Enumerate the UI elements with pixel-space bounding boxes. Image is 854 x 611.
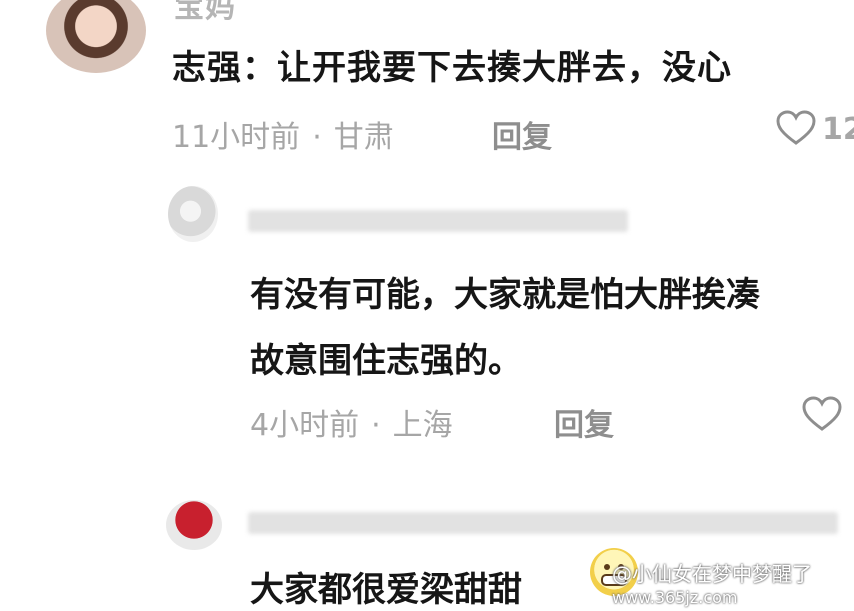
comment-text: 志强：让开我要下去揍大胖去，没心 bbox=[172, 48, 732, 88]
avatar[interactable] bbox=[166, 500, 222, 550]
comment-text-line: 有没有可能，大家就是怕大胖挨凑 bbox=[250, 275, 760, 315]
comment-author-name[interactable]: 宝妈 bbox=[174, 0, 236, 26]
watermark-site: www.365jz.com bbox=[612, 588, 738, 607]
watermark-author: @小仙女在梦中梦醒了 bbox=[612, 562, 812, 586]
comment-location: 上海 bbox=[392, 408, 453, 443]
comment-text-line: 故意围住志强的。 bbox=[250, 341, 522, 381]
avatar[interactable] bbox=[168, 186, 218, 242]
heart-icon[interactable] bbox=[776, 110, 816, 146]
redacted-username bbox=[248, 512, 838, 534]
comment-meta: 4小时前 · 上海 bbox=[250, 400, 453, 444]
comment-text: 有没有可能，大家就是怕大胖挨凑 故意围住志强的。 bbox=[250, 262, 760, 394]
comment-time: 11小时前 bbox=[172, 120, 301, 155]
comment-meta: 11小时前 · 甘肃 bbox=[172, 112, 394, 156]
meta-separator: · bbox=[371, 408, 381, 443]
avatar[interactable] bbox=[46, 0, 146, 73]
reply-button[interactable]: 回复 bbox=[554, 400, 614, 444]
comment-time: 4小时前 bbox=[250, 408, 360, 443]
meta-separator: · bbox=[312, 120, 322, 155]
redacted-username bbox=[248, 210, 628, 232]
reply-button[interactable]: 回复 bbox=[492, 112, 552, 156]
comment-location: 甘肃 bbox=[333, 120, 394, 155]
watermark: @小仙女在梦中梦醒了 www.365jz.com bbox=[612, 562, 812, 610]
like-count: 12 bbox=[822, 112, 854, 147]
comment-text: 大家都很爱梁甜甜 bbox=[250, 570, 522, 610]
heart-icon[interactable] bbox=[802, 396, 842, 432]
